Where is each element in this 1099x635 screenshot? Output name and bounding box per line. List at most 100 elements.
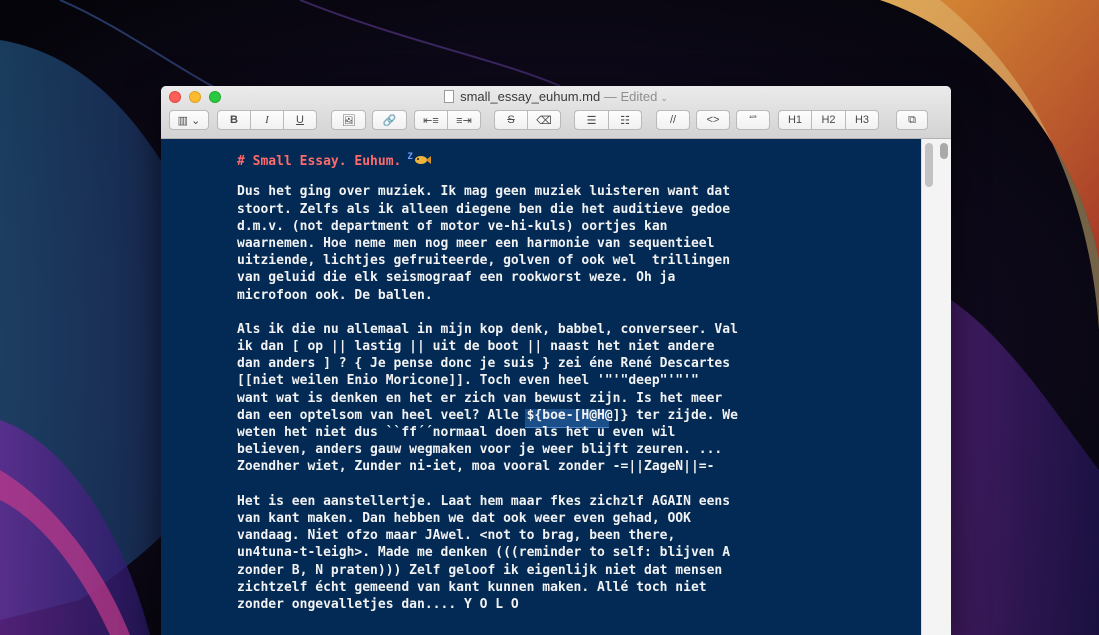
text-line[interactable]: d.m.v. (not department of motor ve-hi-ku… [237,218,917,235]
line-text: zonder B, N praten))) Zelf geloof ik eig… [237,562,723,578]
text-line[interactable]: zichtzelf écht gemeend van kant kunnen m… [237,579,917,596]
strikethrough-icon: S [507,114,515,126]
text-line[interactable]: microfoon ook. De ballen. [237,287,917,304]
numbered-list-button[interactable]: ☷ [608,110,642,130]
line-text: Als ik die nu allemaal in mijn kop denk,… [237,321,738,337]
line-text: zonder ongevalletjes dan.... Y O L O [237,596,519,612]
text-line[interactable]: Dus het ging over muziek. Ik mag geen mu… [237,183,917,200]
text-line[interactable] [237,304,917,321]
markdown-editor[interactable]: # Small Essay. Euhum. Z Dus het ging over … [161,139,921,635]
line-text: van kant maken. Dan hebben we dat ook we… [237,510,691,526]
text-line[interactable]: Zoendher wiet, Zunder ni-iet, moa vooral… [237,458,917,475]
line-text: weten het niet dus ``ff´´normaal doen al… [237,425,676,440]
line-text: un4tuna-t-leigh>. Made me denken (((remi… [237,545,731,561]
text-line[interactable]: zonder B, N praten))) Zelf geloof ik eig… [237,562,917,579]
copy-icon: ⧉ [908,113,916,126]
line-text: Zoendher wiet, Zunder ni-iet, moa vooral… [237,459,715,475]
line-text: stoort. Zelfs als ik alleen diegene ben … [237,201,731,217]
line-text: dan een optelsom van heel veel? Alle ${b… [237,407,738,423]
sidebar-icon: ▥ ⌄ [177,114,201,127]
h3-label: H3 [854,114,870,126]
line-text: [[niet weilen Enio Moricone]]. Toch even… [237,373,699,389]
title-separator: — [603,89,617,104]
text-line[interactable]: weten het niet dus ``ff´´normaal doen al… [237,424,917,441]
line-text: # Small Essay. Euhum. [237,154,402,169]
text-line[interactable]: uitziende, lichtjes gefruiteerde, golven… [237,252,917,269]
text-line[interactable]: want wat is denken en het er zich van be… [237,390,917,407]
heading-line[interactable]: # Small Essay. Euhum. Z [237,149,917,169]
clear-format-button[interactable]: ⌫ [527,110,561,130]
line-text: vandaag. Niet ofzo maar JAwel. <not to b… [237,528,676,544]
underline-icon: U [296,114,304,126]
italic-button[interactable]: I [250,110,283,130]
comment-button[interactable]: // [656,110,690,130]
line-text: d.m.v. (not department of motor ve-hi-ku… [237,218,668,234]
text-line[interactable]: ik dan [ op || lastig || uit de boot || … [237,338,917,355]
image-icon: 🖼 [341,114,356,127]
bullet-list-icon: ☰ [586,114,597,127]
text-line[interactable]: van geluid die elk seismograaf een rookw… [237,269,917,286]
highlighter-icon: ⌫ [536,114,552,127]
copy-button[interactable]: ⧉ [896,110,928,130]
quote-icon: “” [749,114,757,126]
title-status: Edited [620,89,658,104]
text-line[interactable]: Als ik die nu allemaal in mijn kop denk,… [237,321,917,338]
strikethrough-button[interactable]: S [494,110,527,130]
text-line[interactable]: dan een optelsom van heel veel? Alle ${b… [237,407,917,424]
text-line[interactable]: Het is een aanstellertje. Laat hem maar … [237,493,917,510]
quote-button[interactable]: “” [736,110,770,130]
title-filename: small_essay_euhum.md [460,89,601,104]
numbered-list-icon: ☷ [620,114,630,127]
comment-icon: // [669,114,677,126]
line-text: Dus het ging over muziek. Ik mag geen mu… [237,184,731,200]
chevron-down-icon[interactable]: ⌄ [660,93,668,103]
scroll-thumb-secondary[interactable] [940,143,948,159]
line-text: ik dan [ op || lastig || uit de boot || … [237,339,715,355]
heading-2-button[interactable]: H2 [811,110,845,130]
text-line[interactable]: van kant maken. Dan hebben we dat ook we… [237,510,917,527]
code-icon: <> [706,114,720,126]
line-text: dan anders ] ? { Je pense donc je suis }… [237,356,731,372]
scroll-thumb[interactable] [925,143,933,187]
code-button[interactable]: <> [696,110,730,130]
indent-icon: ≡⇥ [456,114,472,127]
editor-scrollbar[interactable] [921,139,951,635]
text-line[interactable]: stoort. Zelfs als ik alleen diegene ben … [237,201,917,218]
editor-window: small_essay_euhum.md — Edited ⌄ ▥ ⌄ B I U… [161,86,951,635]
outdent-icon: ⇤≡ [423,114,439,127]
h2-label: H2 [821,114,836,126]
text-line[interactable]: vandaag. Niet ofzo maar JAwel. <not to b… [237,527,917,544]
bullet-list-button[interactable]: ☰ [574,110,608,130]
line-text: want wat is denken en het er zich van be… [237,390,723,406]
document-icon [444,90,455,103]
heading-3-button[interactable]: H3 [845,110,879,130]
line-text: microfoon ook. De ballen. [237,287,433,303]
text-line[interactable]: dan anders ] ? { Je pense donc je suis }… [237,355,917,372]
line-text: Het is een aanstellertje. Laat hem maar … [237,493,731,509]
h1-label: H1 [787,114,803,126]
heading-1-button[interactable]: H1 [778,110,811,130]
text-line[interactable]: un4tuna-t-leigh>. Made me denken (((remi… [237,544,917,561]
indent-button[interactable]: ≡⇥ [447,110,481,130]
text-line[interactable]: [[niet weilen Enio Moricone]]. Toch even… [237,372,917,389]
underline-button[interactable]: U [283,110,317,130]
line-text: van geluid die elk seismograaf een rookw… [237,270,676,286]
line-text: uitziende, lichtjes gefruiteerde, golven… [237,253,731,269]
text-line[interactable] [237,476,917,493]
sidebar-toggle-button[interactable]: ▥ ⌄ [169,110,209,130]
window-title[interactable]: small_essay_euhum.md — Edited ⌄ [161,89,951,104]
title-bar: small_essay_euhum.md — Edited ⌄ ▥ ⌄ B I U… [161,86,951,139]
text-line[interactable]: believen, anders gauw wegmaken voor je w… [237,441,917,458]
outdent-button[interactable]: ⇤≡ [414,110,447,130]
line-text: zichtzelf écht gemeend van kant kunnen m… [237,579,707,595]
bold-icon: B [230,114,238,126]
insert-link-button[interactable]: 🔗 [372,110,407,130]
sleeping-fish-icon [414,156,431,164]
italic-icon: I [265,114,269,126]
line-text: believen, anders gauw wegmaken voor je w… [237,442,723,458]
text-line[interactable]: zonder ongevalletjes dan.... Y O L O [237,596,917,613]
editor-text[interactable]: # Small Essay. Euhum. Z Dus het ging over … [237,149,917,613]
bold-button[interactable]: B [217,110,250,130]
text-line[interactable]: waarnemen. Hoe neme men nog meer een har… [237,235,917,252]
insert-image-button[interactable]: 🖼 [331,110,366,130]
